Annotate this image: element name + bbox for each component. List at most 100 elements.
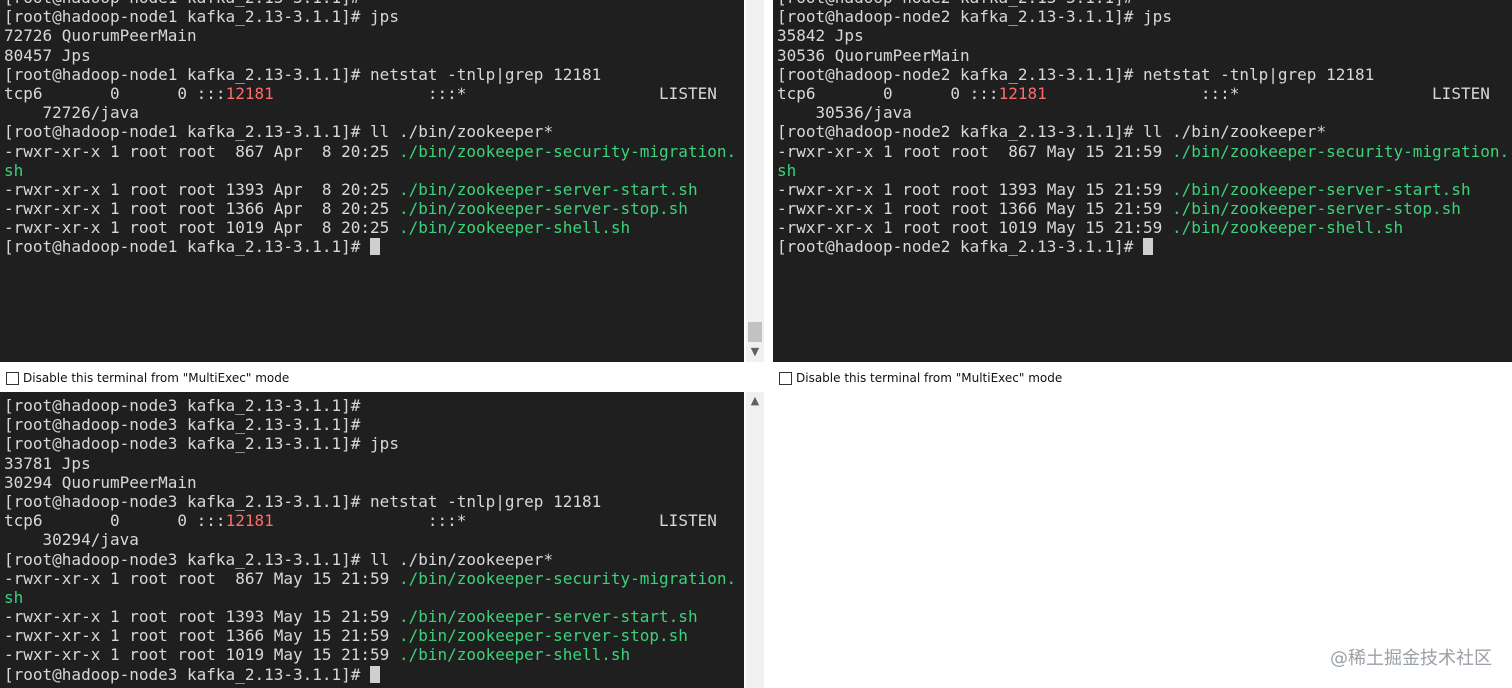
terminal-text: 12181 [998, 83, 1047, 103]
multiexec-disable-checkbox-node1[interactable]: Disable this terminal from "MultiExec" m… [6, 368, 289, 388]
multiexec-disable-checkbox-node2[interactable]: Disable this terminal from "MultiExec" m… [779, 368, 1062, 388]
terminal-line: -rwxr-xr-x 1 root root 1366 May 15 21:59… [4, 626, 736, 645]
terminal-text: 12181 [225, 511, 274, 531]
terminal-text: ./bin/zookeeper-server-stop.sh [1171, 199, 1461, 219]
terminal-text: -rwxr-xr-x 1 root root 1366 May 15 21:59 [777, 199, 1172, 219]
terminal-text: -rwxr-xr-x 1 root root 1393 Apr 8 20:25 [4, 179, 399, 199]
terminal-text: [root@hadoop-node1 kafka_2.13-3.1.1]# [4, 237, 371, 257]
terminal-text: 30294 QuorumPeerMain [4, 472, 197, 492]
terminal-node2[interactable]: [root@hadoop-node2 kafka_2.13-3.1.1]#[ro… [773, 0, 1512, 362]
terminal-line: [root@hadoop-node2 kafka_2.13-3.1.1]# ll… [777, 122, 1509, 141]
terminal-cursor [370, 665, 381, 683]
terminal-text: 35842 Jps [777, 26, 864, 46]
terminal-text: [root@hadoop-node3 kafka_2.13-3.1.1]# [4, 664, 371, 684]
terminal-text: -rwxr-xr-x 1 root root 867 Apr 8 20:25 [4, 141, 399, 161]
terminal-line: [root@hadoop-node3 kafka_2.13-3.1.1]# [4, 665, 736, 684]
terminal-line: 30536/java [777, 103, 1509, 122]
terminal-line: [root@hadoop-node3 kafka_2.13-3.1.1]# [4, 415, 736, 434]
terminal-text: [root@hadoop-node2 kafka_2.13-3.1.1]# jp… [777, 7, 1172, 27]
terminal-line: [root@hadoop-node2 kafka_2.13-3.1.1]# [777, 237, 1509, 256]
terminal-text: [root@hadoop-node3 kafka_2.13-3.1.1]# [4, 396, 361, 415]
terminal-line: [root@hadoop-node1 kafka_2.13-3.1.1]# [4, 0, 736, 7]
terminal-line: 72726/java [4, 103, 736, 122]
terminal-line: [root@hadoop-node2 kafka_2.13-3.1.1]# ne… [777, 65, 1509, 84]
scroll-down-arrow-icon[interactable]: ▼ [746, 343, 764, 361]
terminal-text: [root@hadoop-node3 kafka_2.13-3.1.1]# jp… [4, 434, 399, 454]
terminal-line: 35842 Jps [777, 26, 1509, 45]
terminal-line: [root@hadoop-node1 kafka_2.13-3.1.1]# ll… [4, 122, 736, 141]
terminal-cursor [1143, 238, 1154, 256]
terminal-line: [root@hadoop-node1 kafka_2.13-3.1.1]# [4, 237, 736, 256]
terminal-line: 30536 QuorumPeerMain [777, 46, 1509, 65]
terminal-text: ./bin/zookeeper-security-migration. [398, 568, 737, 588]
terminal-line: 72726 QuorumPeerMain [4, 26, 736, 45]
terminal-text: sh [4, 587, 24, 607]
terminal-line: -rwxr-xr-x 1 root root 867 Apr 8 20:25 .… [4, 142, 736, 161]
terminal-line: -rwxr-xr-x 1 root root 1393 May 15 21:59… [4, 607, 736, 626]
terminal-text: [root@hadoop-node2 kafka_2.13-3.1.1]# ll… [777, 122, 1327, 142]
terminal-text: ./bin/zookeeper-server-start.sh [398, 179, 698, 199]
terminal-line: sh [4, 161, 736, 180]
terminal-output: [root@hadoop-node2 kafka_2.13-3.1.1]#[ro… [777, 0, 1509, 257]
terminal-text: [root@hadoop-node1 kafka_2.13-3.1.1]# ne… [4, 64, 602, 84]
terminal-line: 80457 Jps [4, 46, 736, 65]
terminal-text: ./bin/zookeeper-shell.sh [1171, 218, 1404, 238]
scrollbar-thumb[interactable] [748, 322, 762, 342]
terminal-text: [root@hadoop-node2 kafka_2.13-3.1.1]# ne… [777, 64, 1375, 84]
terminal-text: [root@hadoop-node1 kafka_2.13-3.1.1]# ll… [4, 122, 554, 142]
terminal-text: tcp6 0 0 ::: [4, 511, 226, 531]
multiexec-label: Disable this terminal from "MultiExec" m… [796, 371, 1063, 385]
terminal-line: -rwxr-xr-x 1 root root 867 May 15 21:59 … [4, 569, 736, 588]
terminal-text: tcp6 0 0 ::: [4, 83, 226, 103]
checkbox-icon[interactable] [6, 371, 19, 385]
terminal-line: 33781 Jps [4, 454, 736, 473]
terminal-line: -rwxr-xr-x 1 root root 1019 May 15 21:59… [777, 218, 1509, 237]
terminal-line: sh [777, 161, 1509, 180]
terminal-line: [root@hadoop-node2 kafka_2.13-3.1.1]# [777, 0, 1509, 7]
terminal-text: :::* LISTEN [273, 83, 717, 103]
terminal-line: -rwxr-xr-x 1 root root 1366 May 15 21:59… [777, 199, 1509, 218]
vertical-scrollbar[interactable]: ▲ [746, 392, 764, 688]
terminal-node1[interactable]: [root@hadoop-node1 kafka_2.13-3.1.1]#[ro… [0, 0, 744, 362]
terminal-text: -rwxr-xr-x 1 root root 1366 Apr 8 20:25 [4, 199, 399, 219]
watermark: @稀土掘金技术社区 [1330, 648, 1492, 669]
vertical-scrollbar[interactable]: ▼ [746, 0, 764, 362]
terminal-text: sh [777, 160, 797, 180]
terminal-line: -rwxr-xr-x 1 root root 1393 May 15 21:59… [777, 180, 1509, 199]
terminal-text: ./bin/zookeeper-server-start.sh [1171, 179, 1471, 199]
terminal-line: [root@hadoop-node1 kafka_2.13-3.1.1]# ne… [4, 65, 736, 84]
terminal-line: 30294 QuorumPeerMain [4, 473, 736, 492]
checkbox-icon[interactable] [779, 371, 792, 385]
terminal-text: -rwxr-xr-x 1 root root 1019 May 15 21:59 [777, 218, 1172, 238]
terminal-text: ./bin/zookeeper-server-stop.sh [398, 199, 688, 219]
terminal-line: -rwxr-xr-x 1 root root 867 May 15 21:59 … [777, 142, 1509, 161]
terminal-text: 72726 QuorumPeerMain [4, 26, 197, 46]
multiexec-label: Disable this terminal from "MultiExec" m… [23, 371, 290, 385]
terminal-node3[interactable]: [root@hadoop-node3 kafka_2.13-3.1.1]# [ro… [0, 392, 744, 688]
terminal-output: [root@hadoop-node3 kafka_2.13-3.1.1]# [ro… [4, 396, 736, 684]
terminal-text: 30294/java [4, 530, 139, 550]
terminal-text: ./bin/zookeeper-security-migration. [1171, 141, 1510, 161]
terminal-text: -rwxr-xr-x 1 root root 1393 May 15 21:59 [4, 607, 399, 627]
terminal-text: ./bin/zookeeper-security-migration. [398, 141, 737, 161]
terminal-line: tcp6 0 0 :::12181 :::* LISTEN [4, 84, 736, 103]
terminal-text: [root@hadoop-node1 kafka_2.13-3.1.1]# [4, 0, 360, 7]
terminal-line: [root@hadoop-node1 kafka_2.13-3.1.1]# jp… [4, 7, 736, 26]
terminal-line: [root@hadoop-node3 kafka_2.13-3.1.1]# [4, 396, 736, 415]
terminal-text: [root@hadoop-node1 kafka_2.13-3.1.1]# jp… [4, 7, 399, 27]
scroll-up-arrow-icon[interactable]: ▲ [746, 392, 764, 410]
terminal-text: 80457 Jps [4, 45, 91, 65]
terminal-text: -rwxr-xr-x 1 root root 867 May 15 21:59 [777, 141, 1172, 161]
terminal-text: -rwxr-xr-x 1 root root 1019 May 15 21:59 [4, 645, 399, 665]
terminal-text: tcp6 0 0 ::: [777, 83, 999, 103]
terminal-text: :::* LISTEN [273, 511, 717, 531]
terminal-output: [root@hadoop-node1 kafka_2.13-3.1.1]#[ro… [4, 0, 736, 257]
terminal-line: -rwxr-xr-x 1 root root 1019 Apr 8 20:25 … [4, 218, 736, 237]
terminal-text: -rwxr-xr-x 1 root root 1366 May 15 21:59 [4, 626, 399, 646]
terminal-text: 33781 Jps [4, 453, 91, 473]
terminal-text: ./bin/zookeeper-server-start.sh [398, 607, 698, 627]
terminal-line: [root@hadoop-node3 kafka_2.13-3.1.1]# ll… [4, 550, 736, 569]
terminal-text: [root@hadoop-node3 kafka_2.13-3.1.1]# [4, 415, 361, 435]
terminal-text: [root@hadoop-node2 kafka_2.13-3.1.1]# [777, 237, 1144, 257]
terminal-text: [root@hadoop-node3 kafka_2.13-3.1.1]# ne… [4, 491, 602, 511]
